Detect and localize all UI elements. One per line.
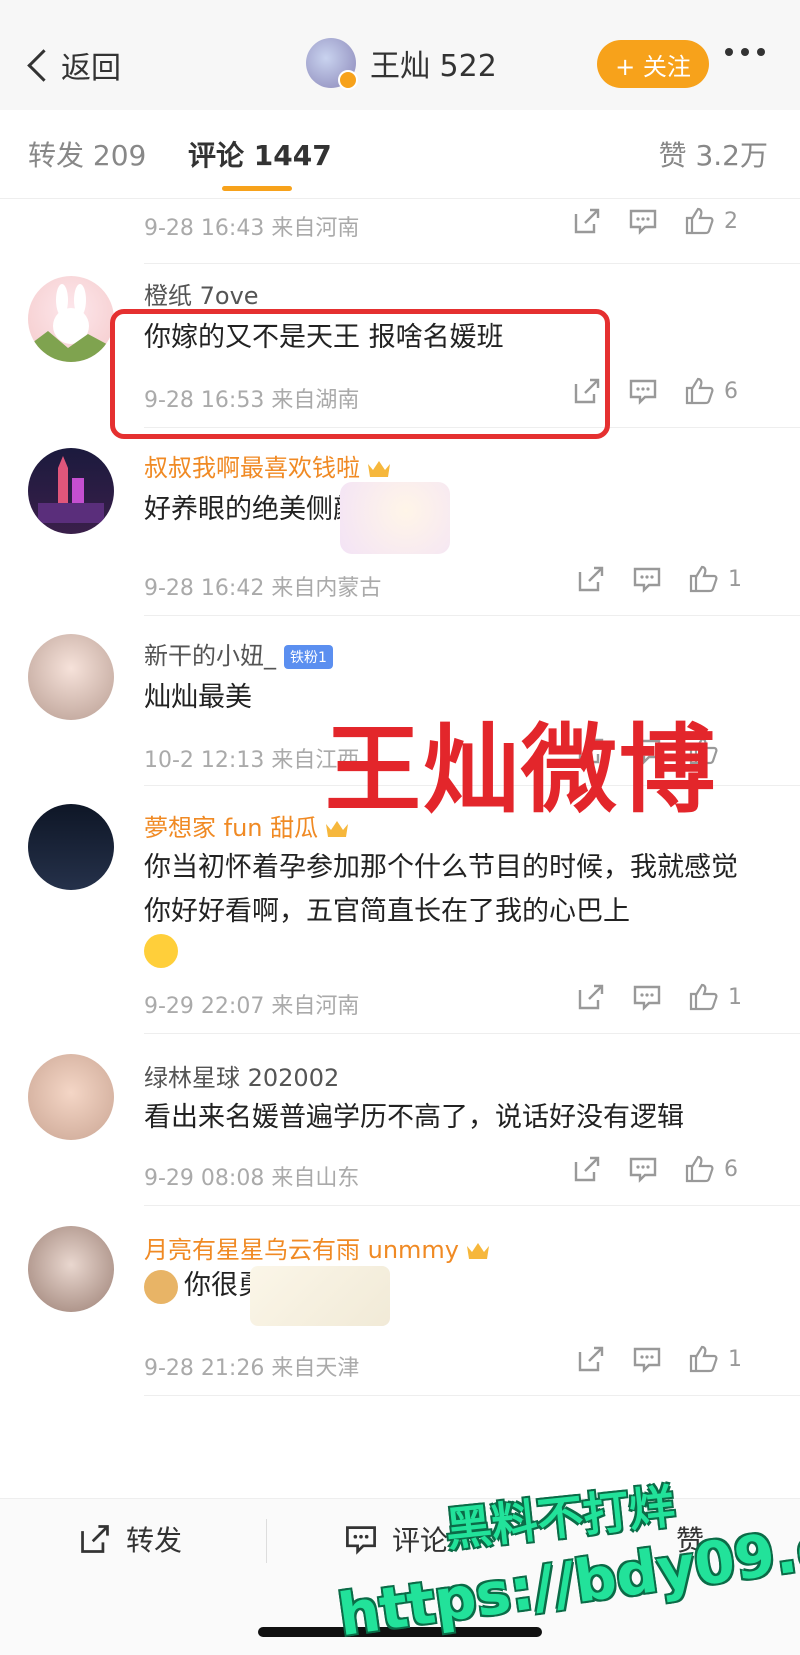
reply-icon <box>346 1526 376 1555</box>
comment-button[interactable]: 评论 <box>344 1519 448 1559</box>
like-count: 1 <box>728 566 742 592</box>
crying-laughing-emoji-icon <box>144 934 178 968</box>
reply-icon[interactable] <box>632 982 662 1012</box>
share-icon[interactable] <box>572 206 602 236</box>
share-icon[interactable] <box>572 1154 602 1184</box>
commenter-name[interactable]: 夢想家 fun 甜瓜 <box>144 808 350 843</box>
share-icon <box>81 1525 109 1553</box>
follow-button[interactable]: + 关注 <box>597 40 709 88</box>
repost-label: 转发 <box>126 1524 183 1557</box>
comment-meta: 9-28 21:26 来自天津 <box>144 1356 360 1381</box>
commenter-name[interactable]: 叔叔我啊最喜欢钱啦 <box>144 448 392 483</box>
commenter-name[interactable]: 橙纸 7ove <box>144 276 259 311</box>
like-button[interactable]: 1 <box>688 982 742 1012</box>
divider <box>266 1519 267 1563</box>
like-count: 1 <box>728 1346 742 1372</box>
tab-like[interactable]: 赞 3.2万 <box>659 134 768 174</box>
fan-level-badge: 铁粉1 <box>284 645 333 669</box>
commenter-name[interactable]: 绿林星球 202002 <box>144 1058 339 1093</box>
like-count: 6 <box>724 378 738 404</box>
comment-meta: 9-29 22:07 来自河南 <box>144 994 360 1019</box>
comment-actions: 6 <box>572 1154 764 1184</box>
top-nav-bar: 返回 王灿 522 + 关注 <box>0 0 800 110</box>
list-item: 夢想家 fun 甜瓜 你当初怀着孕参加那个什么节目的时候，我就感觉你好好看啊，五… <box>0 786 800 1034</box>
thumbs-up-icon <box>685 377 714 405</box>
list-item: 9-28 16:43 来自河南 2 <box>0 198 800 264</box>
like-button[interactable]: 1 <box>688 1344 742 1374</box>
reply-icon[interactable] <box>632 564 662 594</box>
comment-actions: 1 <box>576 982 768 1012</box>
avatar[interactable] <box>28 448 114 534</box>
commenter-name[interactable]: 新干的小妞_ 铁粉1 <box>144 636 333 671</box>
vip-crown-icon <box>368 461 390 477</box>
sticker-image <box>340 482 450 554</box>
vip-crown-icon <box>326 821 349 837</box>
avatar[interactable] <box>28 634 114 720</box>
author-avatar[interactable] <box>306 38 358 90</box>
back-label: 返回 <box>61 51 121 86</box>
comment-meta: 9-28 16:43 来自河南 <box>144 216 360 241</box>
castle-night-icon <box>38 456 104 523</box>
reply-icon[interactable] <box>628 376 658 406</box>
doge-emoji-icon <box>144 1270 178 1304</box>
comment-actions: 2 <box>572 206 764 236</box>
repost-button[interactable]: 转发 <box>78 1519 182 1559</box>
like-button[interactable]: 6 <box>684 376 738 406</box>
list-item: 叔叔我啊最喜欢钱啦 好养眼的绝美侧颜 9-28 16:42 来自内蒙古 1 <box>0 428 800 616</box>
bunny-icon <box>28 284 114 362</box>
commenter-name[interactable]: 月亮有星星乌云有雨 unmmy <box>144 1230 491 1265</box>
like-count: 2 <box>724 208 738 234</box>
verified-badge-icon <box>338 70 358 90</box>
share-icon[interactable] <box>576 1344 606 1374</box>
like-button[interactable]: 2 <box>684 206 738 236</box>
post-author[interactable]: 王灿 522 <box>306 38 497 90</box>
sticker-image <box>250 1266 390 1326</box>
share-icon[interactable] <box>576 982 606 1012</box>
comment-text: 你当初怀着孕参加那个什么节目的时候，我就感觉你好好看啊，五官简直长在了我的心巴上 <box>144 852 738 927</box>
comment-text: 看出来名媛普遍学历不高了，说话好没有逻辑 <box>144 1102 684 1133</box>
avatar[interactable] <box>28 276 114 362</box>
thumbs-up-icon <box>689 1345 718 1373</box>
comment-meta: 9-28 16:42 来自内蒙古 <box>144 576 382 601</box>
like-button[interactable]: 6 <box>684 1154 738 1184</box>
like-count: 6 <box>724 1156 738 1182</box>
thumbs-up-icon <box>685 207 714 235</box>
back-button[interactable]: 返回 <box>22 40 121 90</box>
more-menu-icon[interactable] <box>725 48 765 56</box>
like-button[interactable]: 1 <box>688 564 742 594</box>
comment-meta: 9-29 08:08 来自山东 <box>144 1166 360 1191</box>
divider <box>144 1395 800 1396</box>
active-tab-indicator <box>222 186 292 191</box>
avatar[interactable] <box>28 804 114 890</box>
list-item: 月亮有星星乌云有雨 unmmy 你很勇哦 9-28 21:26 来自天津 1 <box>0 1206 800 1396</box>
tab-repost[interactable]: 转发 209 <box>28 134 146 174</box>
thumbs-up-icon <box>689 565 718 593</box>
chevron-left-icon <box>27 48 60 82</box>
tab-comment[interactable]: 评论 1447 <box>188 134 332 174</box>
avatar[interactable] <box>28 1226 114 1312</box>
like-count: 1 <box>728 984 742 1010</box>
list-item: 绿林星球 202002 看出来名媛普遍学历不高了，说话好没有逻辑 9-29 08… <box>0 1034 800 1206</box>
reply-icon[interactable] <box>628 1154 658 1184</box>
author-name: 王灿 522 <box>370 49 497 84</box>
share-icon[interactable] <box>576 564 606 594</box>
comment-text: 好养眼的绝美侧颜 <box>144 494 360 525</box>
thumbs-up-icon <box>685 1155 714 1183</box>
comment-actions: 1 <box>576 1344 768 1374</box>
reply-icon[interactable] <box>628 206 658 236</box>
avatar[interactable] <box>28 1054 114 1140</box>
vip-crown-icon <box>467 1243 490 1259</box>
comment-label: 评论 <box>392 1524 449 1557</box>
post-stats-tabs: 转发 209 评论 1447 赞 3.2万 <box>0 110 800 199</box>
reply-icon[interactable] <box>632 1344 662 1374</box>
highlight-annotation-box <box>110 309 610 439</box>
thumbs-up-icon <box>689 983 718 1011</box>
comment-actions: 1 <box>576 564 768 594</box>
